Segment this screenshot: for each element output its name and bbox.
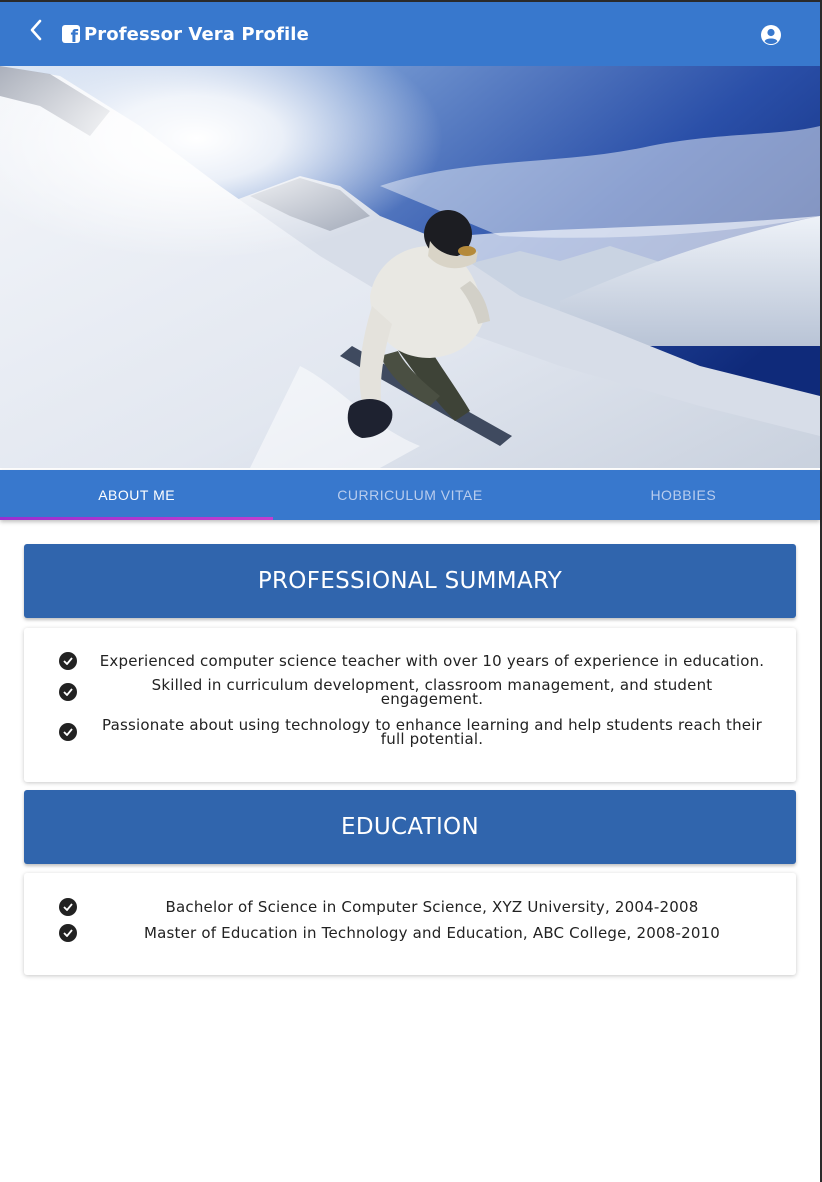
profile-tabs: ABOUT ME CURRICULUM VITAE HOBBIES: [0, 470, 820, 520]
snowboarder-image: [0, 66, 820, 468]
summary-item: Skilled in curriculum development, class…: [151, 676, 713, 708]
education-item: Bachelor of Science in Computer Science,…: [165, 898, 699, 916]
back-button[interactable]: [24, 18, 48, 42]
list-item: Bachelor of Science in Computer Science,…: [24, 898, 796, 916]
summary-item: Experienced computer science teacher wit…: [99, 652, 765, 670]
tab-hobbies[interactable]: HOBBIES: [547, 470, 820, 520]
list-item: Passionate about using technology to enh…: [24, 716, 796, 748]
app-title-group: f Professor Vera Profile: [62, 22, 309, 46]
app-bar: f Professor Vera Profile: [0, 2, 820, 66]
check-circle-icon: [59, 723, 77, 741]
list-item: Experienced computer science teacher wit…: [24, 652, 796, 670]
list-item: Skilled in curriculum development, class…: [24, 676, 796, 708]
check-circle-icon: [59, 683, 77, 701]
check-circle-icon: [59, 652, 77, 670]
section-title: PROFESSIONAL SUMMARY: [257, 568, 563, 594]
list-item: Master of Education in Technology and Ed…: [24, 924, 796, 942]
education-card: Bachelor of Science in Computer Science,…: [24, 873, 796, 975]
account-button[interactable]: [760, 24, 782, 46]
professional-summary-card: Experienced computer science teacher wit…: [24, 628, 796, 782]
section-title: EDUCATION: [341, 814, 479, 840]
professional-summary-header: PROFESSIONAL SUMMARY: [24, 544, 796, 618]
education-header: EDUCATION: [24, 790, 796, 864]
check-circle-icon: [59, 898, 77, 916]
education-item: Master of Education in Technology and Ed…: [143, 924, 721, 942]
hero-image: [0, 66, 820, 468]
summary-item: Passionate about using technology to enh…: [102, 716, 762, 748]
app-window: f Professor Vera Profile ABOUT ME CURRIC…: [0, 0, 822, 1182]
facebook-icon: f: [62, 25, 80, 43]
tab-about-me[interactable]: ABOUT ME: [0, 470, 274, 520]
tab-curriculum-vitae[interactable]: CURRICULUM VITAE: [273, 470, 546, 520]
account-circle-icon: [761, 25, 781, 45]
page-title: Professor Vera Profile: [84, 23, 309, 45]
chevron-left-icon: [30, 19, 42, 41]
check-circle-icon: [59, 924, 77, 942]
